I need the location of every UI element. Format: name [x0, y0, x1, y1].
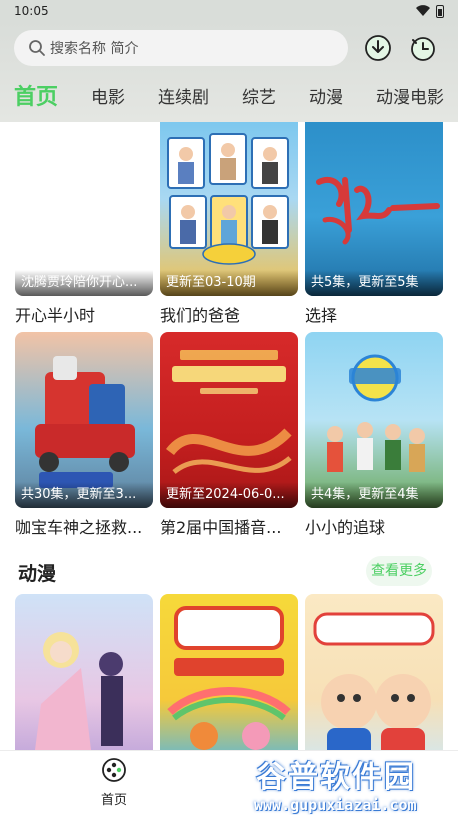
video-card[interactable]: 更新至03-10期 我们的爸爸	[160, 122, 298, 326]
card-title: 我们的爸爸	[160, 306, 241, 325]
poster-badge: 更新至2024-06-0...	[160, 482, 298, 508]
poster-image	[15, 594, 153, 750]
category-tabs: 首页 电影 连续剧 综艺 动漫 动漫电影	[0, 78, 458, 112]
nav-home-label: 首页	[100, 793, 127, 808]
download-icon[interactable]	[364, 34, 392, 62]
poster-image	[305, 594, 443, 750]
search-input[interactable]: 搜索名称 简介	[14, 30, 348, 66]
video-card[interactable]: 沈腾贾玲陪你开心... 开心半小时	[15, 122, 153, 326]
poster-badge: 共5集，更新至5集	[305, 270, 443, 296]
search-placeholder: 搜索名称 简介	[50, 41, 139, 57]
poster-image: 共30集，更新至3...	[15, 332, 153, 508]
watermark-url: www.gupuxiazai.com	[254, 796, 417, 814]
poster-image: 共4集，更新至4集	[305, 332, 443, 508]
content-feed[interactable]: 沈腾贾玲陪你开心... 开心半小时 更新至03-10期 我们的爸爸 共5集，更新…	[0, 122, 458, 750]
watermark-logo: 谷普软件园 www.gupuxiazai.com	[250, 752, 458, 815]
poster-badge: 更新至03-10期	[160, 270, 298, 296]
poster-badge: 共30集，更新至3...	[15, 482, 153, 508]
watermark-text: 谷普软件园	[256, 760, 416, 795]
tab-series[interactable]: 连续剧	[158, 83, 209, 108]
tab-home[interactable]: 首页	[14, 79, 58, 111]
poster-badge: 沈腾贾玲陪你开心...	[15, 270, 153, 296]
card-title: 咖宝车神之拯救...	[15, 518, 143, 537]
tab-movie[interactable]: 电影	[91, 83, 125, 108]
video-card[interactable]	[305, 594, 443, 750]
film-reel-icon	[102, 758, 126, 782]
poster-image: 共5集，更新至5集	[305, 122, 443, 296]
card-title: 选择	[305, 306, 338, 325]
poster-image	[160, 594, 298, 750]
video-card[interactable]: 共4集，更新至4集 小小的追球	[305, 332, 443, 538]
tab-anime[interactable]: 动漫	[309, 83, 343, 108]
top-header: 搜索名称 简介 首页 电影 连续剧 综艺 动漫 动漫电影	[0, 22, 458, 122]
video-card[interactable]	[15, 594, 153, 750]
wifi-icon	[416, 5, 430, 17]
card-title: 开心半小时	[15, 306, 96, 325]
card-title: 第2届中国播音...	[160, 518, 282, 537]
section-title-anime: 动漫	[18, 563, 57, 585]
tab-variety[interactable]: 综艺	[242, 83, 276, 108]
battery-icon	[436, 4, 444, 18]
status-bar: 10:05	[0, 0, 458, 22]
video-card[interactable]: 共30集，更新至3... 咖宝车神之拯救...	[15, 332, 153, 538]
poster-image: 更新至03-10期	[160, 122, 298, 296]
nav-home[interactable]: 首页	[92, 757, 136, 808]
video-card[interactable]: 更新至2024-06-0... 第2届中国播音...	[160, 332, 298, 538]
poster-image: 沈腾贾玲陪你开心...	[15, 122, 153, 296]
history-icon[interactable]	[409, 34, 437, 62]
search-icon	[29, 40, 45, 56]
poster-badge: 共4集，更新至4集	[305, 482, 443, 508]
poster-image: 更新至2024-06-0...	[160, 332, 298, 508]
see-more-button[interactable]: 查看更多	[366, 556, 432, 586]
tab-anime-movie[interactable]: 动漫电影	[376, 83, 444, 108]
card-title: 小小的追球	[305, 518, 386, 537]
status-time: 10:05	[14, 4, 49, 18]
video-card[interactable]: 共5集，更新至5集 选择	[305, 122, 443, 326]
video-card[interactable]	[160, 594, 298, 750]
